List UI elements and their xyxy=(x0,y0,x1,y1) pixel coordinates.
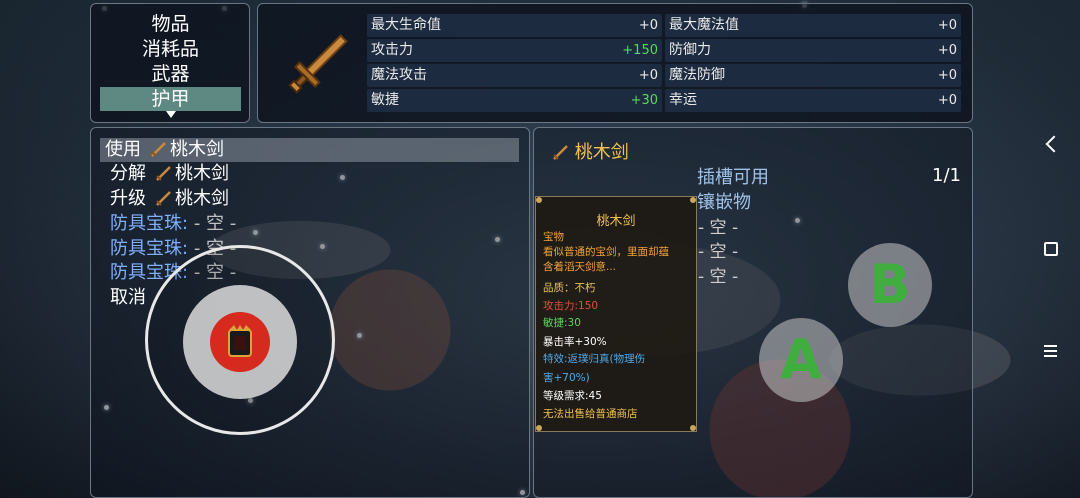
stat-value: +0 xyxy=(937,43,957,58)
tooltip-title: 桃木剑 xyxy=(596,214,636,229)
category-item-armor[interactable]: 护甲 xyxy=(100,87,241,111)
action-upgrade[interactable]: 升级 桃木剑 xyxy=(105,187,229,211)
b-button[interactable]: B xyxy=(848,243,932,327)
tooltip-line: 敏捷:30 xyxy=(543,317,581,329)
action-item-name: 桃木剑 xyxy=(175,188,229,209)
stat-label: 敏捷 xyxy=(371,92,399,108)
sword-icon xyxy=(151,142,166,157)
stat-value: +0 xyxy=(937,18,957,33)
tooltip-line: 等级需求:45 xyxy=(543,390,602,402)
empty-label: - 空 - xyxy=(193,213,237,234)
stat-max-hp: 最大生命值 +0 xyxy=(367,14,662,37)
sword-icon xyxy=(156,166,171,181)
stat-label: 防御力 xyxy=(669,42,711,58)
action-gem-slot-1[interactable]: 防具宝珠: - 空 - xyxy=(105,212,236,236)
stat-label: 攻击力 xyxy=(371,42,413,58)
slot-count: 1/1 xyxy=(932,165,961,186)
tooltip-line: 特效:返璞归真(物理伤 xyxy=(543,353,646,365)
stat-label: 幸运 xyxy=(669,92,697,108)
inlay-slot-empty: - 空 - xyxy=(698,242,739,262)
action-item-name: 桃木剑 xyxy=(170,139,224,160)
stat-value: +0 xyxy=(638,68,658,83)
gem-label: 防具宝珠: xyxy=(110,213,189,234)
tooltip-corner xyxy=(690,425,696,431)
armor-icon xyxy=(228,325,252,357)
action-use[interactable]: 使用 桃木剑 xyxy=(100,138,519,162)
tooltip-corner xyxy=(690,197,696,203)
tooltip-line: 品质：不朽 xyxy=(543,282,596,294)
tooltip-line: 含着滔天剑意... xyxy=(543,261,617,273)
stat-defense: 防御力 +0 xyxy=(665,39,961,62)
stat-agility: 敏捷 +30 xyxy=(367,89,662,112)
stat-value: +150 xyxy=(622,43,658,58)
stat-attack: 攻击力 +150 xyxy=(367,39,662,62)
detail-item-title: 桃木剑 xyxy=(551,138,629,164)
stat-luck: 幸运 +0 xyxy=(665,89,961,112)
stat-magic-defense: 魔法防御 +0 xyxy=(665,64,961,87)
tooltip-line: 暴击率+30% xyxy=(543,336,607,348)
stat-value: +30 xyxy=(630,93,658,108)
tooltip-line: 宝物 xyxy=(543,231,564,243)
action-label: 升级 xyxy=(110,188,146,209)
action-item-name: 桃木剑 xyxy=(175,163,229,184)
category-item-weapons[interactable]: 武器 xyxy=(100,62,241,86)
tooltip-corner xyxy=(536,197,542,203)
a-button[interactable]: A xyxy=(759,318,843,402)
action-decompose[interactable]: 分解 桃木剑 xyxy=(105,162,229,186)
stat-label: 魔法攻击 xyxy=(371,67,427,83)
wooden-sword-icon xyxy=(288,34,348,94)
inlay-slot-empty: - 空 - xyxy=(698,267,739,287)
tooltip-line: 无法出售给普通商店 xyxy=(543,408,638,420)
action-label: 分解 xyxy=(110,163,146,184)
menu-icon[interactable] xyxy=(1044,345,1057,360)
category-item-items[interactable]: 物品 xyxy=(100,12,241,36)
chevron-down-icon[interactable] xyxy=(166,111,176,118)
tooltip-line: 攻击力:150 xyxy=(543,300,599,312)
tooltip-line: 害+70%) xyxy=(543,372,590,384)
action-cancel[interactable]: 取消 xyxy=(105,286,146,310)
stat-label: 魔法防御 xyxy=(669,67,725,83)
stat-magic-attack: 魔法攻击 +0 xyxy=(367,64,662,87)
detail-item-name: 桃木剑 xyxy=(574,142,629,163)
gem-label: 防具宝珠: xyxy=(110,238,189,259)
action-label: 使用 xyxy=(105,139,141,160)
home-icon[interactable] xyxy=(1044,242,1058,256)
tooltip-corner xyxy=(536,425,542,431)
slot-available-label: 插槽可用 xyxy=(697,167,769,188)
category-item-consumables[interactable]: 消耗品 xyxy=(100,37,241,61)
tooltip-line: 看似普通的宝剑，里面却蕴 xyxy=(543,246,669,258)
sword-icon xyxy=(156,191,171,206)
stat-value: +0 xyxy=(937,68,957,83)
stat-max-mp: 最大魔法值 +0 xyxy=(665,14,961,37)
stat-label: 最大生命值 xyxy=(371,17,441,33)
stat-value: +0 xyxy=(937,93,957,108)
stat-value: +0 xyxy=(638,18,658,33)
stat-label: 最大魔法值 xyxy=(669,17,739,33)
inlay-label: 镶嵌物 xyxy=(697,192,751,213)
action-label: 取消 xyxy=(110,287,146,308)
sword-icon xyxy=(553,145,568,160)
inlay-slot-empty: - 空 - xyxy=(698,218,739,238)
